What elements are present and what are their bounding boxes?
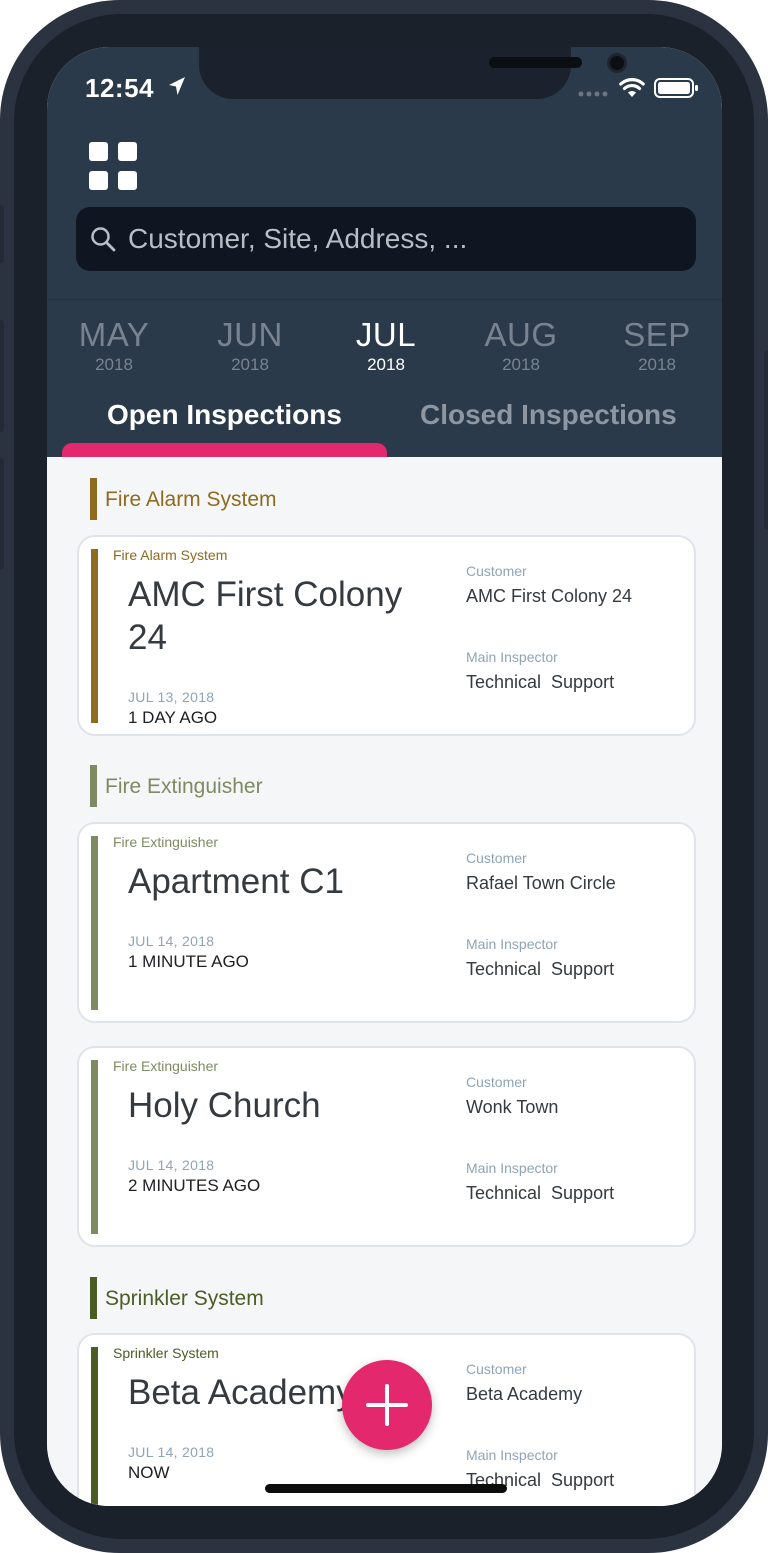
inspector-value: Technical Support (466, 959, 615, 979)
card-category: Fire Alarm System (113, 547, 228, 563)
inspector-label: Main Inspector (466, 936, 558, 952)
inspector-label: Main Inspector (466, 1447, 558, 1463)
card-color-bar (91, 549, 98, 723)
month-sep[interactable]: SEP 2018 (597, 316, 717, 375)
inspector-value: Technical Support (466, 1183, 615, 1203)
front-camera (607, 53, 627, 73)
card-date: JUL 14, 2018 (128, 1444, 215, 1460)
month-may[interactable]: MAY 2018 (54, 316, 174, 375)
card-relative-time: 1 DAY AGO (128, 708, 218, 727)
card-relative-time: 1 MINUTE AGO (128, 952, 249, 971)
add-inspection-button[interactable] (342, 1360, 432, 1450)
customer-label: Customer (466, 850, 527, 866)
card-title: Apartment C1 (128, 862, 344, 901)
customer-label: Customer (466, 1361, 527, 1377)
inspection-card[interactable]: Fire Extinguisher Apartment C1 JUL 14, 2… (77, 822, 696, 1023)
card-title: Holy Church (128, 1086, 321, 1125)
year-label: 2018 (231, 355, 269, 374)
card-date: JUL 14, 2018 (128, 1157, 215, 1173)
year-label: 2018 (638, 355, 676, 374)
inspector-label: Main Inspector (466, 649, 558, 665)
notch (199, 47, 627, 99)
card-date: JUL 13, 2018 (128, 689, 215, 705)
side-button (0, 205, 4, 263)
card-relative-time: 2 MINUTES AGO (128, 1176, 261, 1195)
card-category: Sprinkler System (113, 1345, 219, 1361)
customer-value: Rafael Town Circle (466, 873, 616, 893)
month-label: SEP (623, 316, 691, 353)
plus-icon (366, 1384, 408, 1426)
year-label: 2018 (95, 355, 133, 374)
month-label: JUL (355, 316, 417, 353)
customer-label: Customer (466, 563, 527, 579)
section-color-bar (90, 765, 97, 807)
card-title: AMC First Colony 24 (128, 575, 403, 657)
customer-label: Customer (466, 1074, 527, 1090)
side-button (764, 350, 768, 530)
card-color-bar (91, 836, 98, 1010)
customer-value: AMC First Colony 24 (466, 586, 633, 606)
tab-closed-inspections[interactable]: Closed Inspections (420, 399, 677, 431)
wifi-icon (619, 78, 645, 97)
status-time: 12:54 (85, 73, 154, 103)
section-title: Fire Alarm System (105, 488, 277, 511)
customer-value: Wonk Town (466, 1097, 559, 1117)
month-jun[interactable]: JUN 2018 (190, 316, 310, 375)
month-label: JUN (217, 316, 283, 353)
search-bar[interactable] (76, 207, 696, 271)
home-indicator[interactable] (265, 1484, 507, 1493)
customer-value: Beta Academy (466, 1384, 583, 1404)
inspector-value: Technical Support (466, 672, 615, 692)
side-button (0, 458, 4, 570)
card-relative-time: NOW (128, 1463, 170, 1482)
card-category: Fire Extinguisher (113, 1058, 219, 1074)
inspection-card[interactable]: Fire Extinguisher Holy Church JUL 14, 20… (77, 1046, 696, 1247)
side-button (0, 320, 4, 432)
search-input[interactable] (128, 207, 678, 271)
app-header: 12:54 Customer, Site, Address, ... MAY 2… (47, 47, 722, 463)
year-label: 2018 (502, 355, 540, 374)
month-label: MAY (78, 316, 150, 353)
inspection-list: Fire Alarm System Fire Alarm System AMC … (47, 457, 722, 1506)
card-date: JUL 14, 2018 (128, 933, 215, 949)
search-icon (91, 227, 116, 252)
card-category: Fire Extinguisher (113, 834, 219, 850)
phone-frame: 12:54 Customer, Site, Address, ... MAY 2… (0, 0, 768, 1553)
inspector-label: Main Inspector (466, 1160, 558, 1176)
section-title: Fire Extinguisher (105, 775, 263, 798)
year-label: 2018 (367, 355, 405, 374)
month-jul[interactable]: JUL 2018 (326, 316, 446, 375)
speaker (489, 57, 582, 68)
section-color-bar (90, 1277, 97, 1319)
section-title: Sprinkler System (105, 1287, 264, 1310)
inspection-card[interactable]: Fire Alarm System AMC First Colony 24 JU… (77, 535, 696, 736)
tab-open-inspections[interactable]: Open Inspections (107, 399, 342, 431)
app-screen: 12:54 Customer, Site, Address, ... MAY 2… (47, 47, 722, 1506)
section-color-bar (90, 478, 97, 520)
battery-icon (654, 78, 698, 98)
card-color-bar (91, 1060, 98, 1234)
location-arrow-icon (169, 77, 185, 95)
card-color-bar (91, 1347, 98, 1506)
month-selector: MAY 2018 JUN 2018 JUL 2018 AUG 2018 SEP 2018 (47, 299, 722, 389)
month-label: AUG (484, 316, 558, 353)
signal-dots-icon (578, 91, 608, 97)
month-aug[interactable]: AUG 2018 (461, 316, 581, 375)
grid-menu-icon[interactable] (89, 142, 137, 190)
